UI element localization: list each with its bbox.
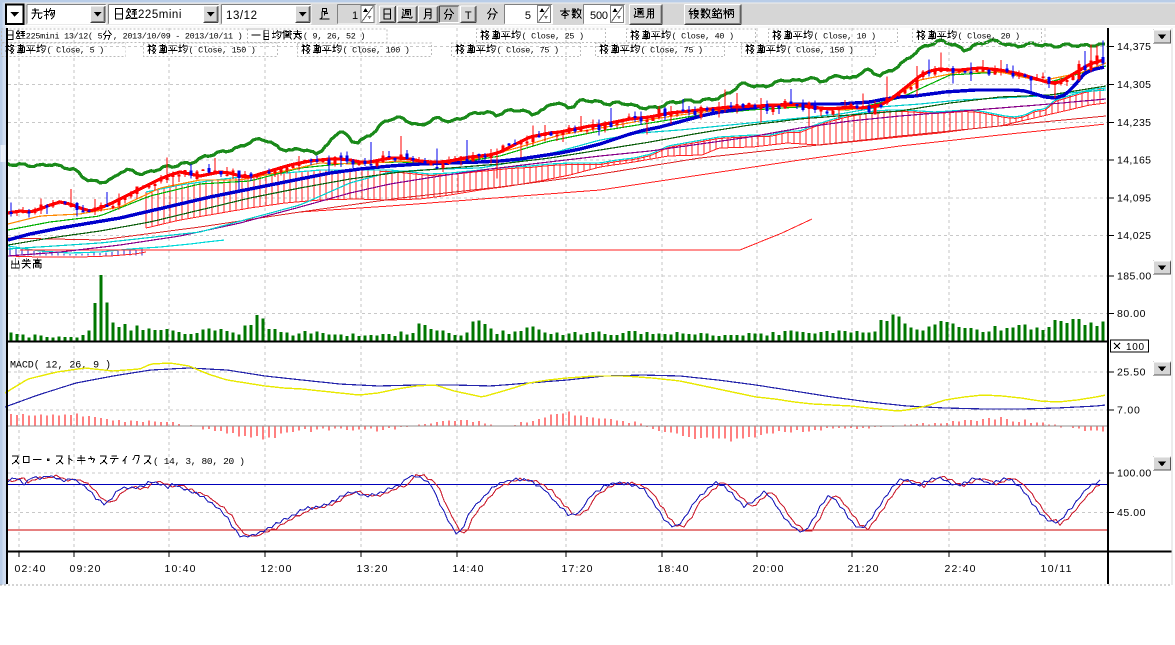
svg-text:20:00: 20:00 <box>753 563 784 575</box>
svg-text:( Close, 10 ): ( Close, 10 ) <box>814 32 876 42</box>
svg-text:80.00: 80.00 <box>1117 308 1146 320</box>
svg-text:185.00: 185.00 <box>1117 271 1151 283</box>
svg-text:14,165: 14,165 <box>1117 155 1151 167</box>
svg-text:10/11: 10/11 <box>1041 563 1072 575</box>
svg-text:( Close, 75 ): ( Close, 75 ) <box>497 46 559 56</box>
svg-text:10:40: 10:40 <box>165 563 196 575</box>
svg-text:25.50: 25.50 <box>1117 367 1146 379</box>
svg-text:14,305: 14,305 <box>1117 79 1151 91</box>
svg-text:T: T <box>465 10 472 22</box>
svg-text:500: 500 <box>590 10 608 22</box>
svg-text:7.00: 7.00 <box>1117 405 1140 417</box>
svg-text:14,235: 14,235 <box>1117 117 1151 129</box>
svg-text:02:40: 02:40 <box>15 563 46 575</box>
svg-text:( Close, 5 ): ( Close, 5 ) <box>47 46 105 56</box>
svg-text:1: 1 <box>352 10 358 22</box>
svg-text:100: 100 <box>1126 342 1144 353</box>
svg-text:13/12: 13/12 <box>226 10 257 22</box>
svg-text:13:20: 13:20 <box>357 563 388 575</box>
svg-text:( Close, 150 ): ( Close, 150 ) <box>787 46 854 56</box>
svg-text:225mini 13/12( 5: 225mini 13/12( 5 <box>26 32 103 42</box>
svg-text:14,095: 14,095 <box>1117 193 1151 205</box>
svg-text:18:40: 18:40 <box>658 563 689 575</box>
svg-text:14:40: 14:40 <box>453 563 484 575</box>
svg-text:225mini: 225mini <box>138 9 181 21</box>
svg-text:22:40: 22:40 <box>945 563 976 575</box>
svg-text:( 9, 26, 52 ): ( 9, 26, 52 ) <box>303 32 365 42</box>
svg-text:5: 5 <box>525 10 531 22</box>
svg-text:17:20: 17:20 <box>562 563 593 575</box>
svg-text:( Close, 75 ): ( Close, 75 ) <box>641 46 703 56</box>
svg-text:( Close, 25 ): ( Close, 25 ) <box>522 32 584 42</box>
svg-text:09:20: 09:20 <box>70 563 101 575</box>
svg-text:100.00: 100.00 <box>1117 468 1151 480</box>
svg-text:( Close, 100 ): ( Close, 100 ) <box>343 46 410 56</box>
svg-text:12:00: 12:00 <box>261 563 292 575</box>
svg-text:( Close, 20 ): ( Close, 20 ) <box>958 32 1020 42</box>
svg-text:21:20: 21:20 <box>848 563 879 575</box>
svg-text:, 2013/10/09 - 2013/10/11 ): , 2013/10/09 - 2013/10/11 ) <box>113 32 243 42</box>
svg-text:( 14, 3, 80, 20 ): ( 14, 3, 80, 20 ) <box>153 456 245 467</box>
svg-text:( Close, 40 ): ( Close, 40 ) <box>672 32 734 42</box>
svg-text:45.00: 45.00 <box>1117 507 1146 519</box>
svg-text:( Close, 150 ): ( Close, 150 ) <box>189 46 256 56</box>
svg-text:14,375: 14,375 <box>1117 41 1151 53</box>
svg-text:14,025: 14,025 <box>1117 230 1151 242</box>
